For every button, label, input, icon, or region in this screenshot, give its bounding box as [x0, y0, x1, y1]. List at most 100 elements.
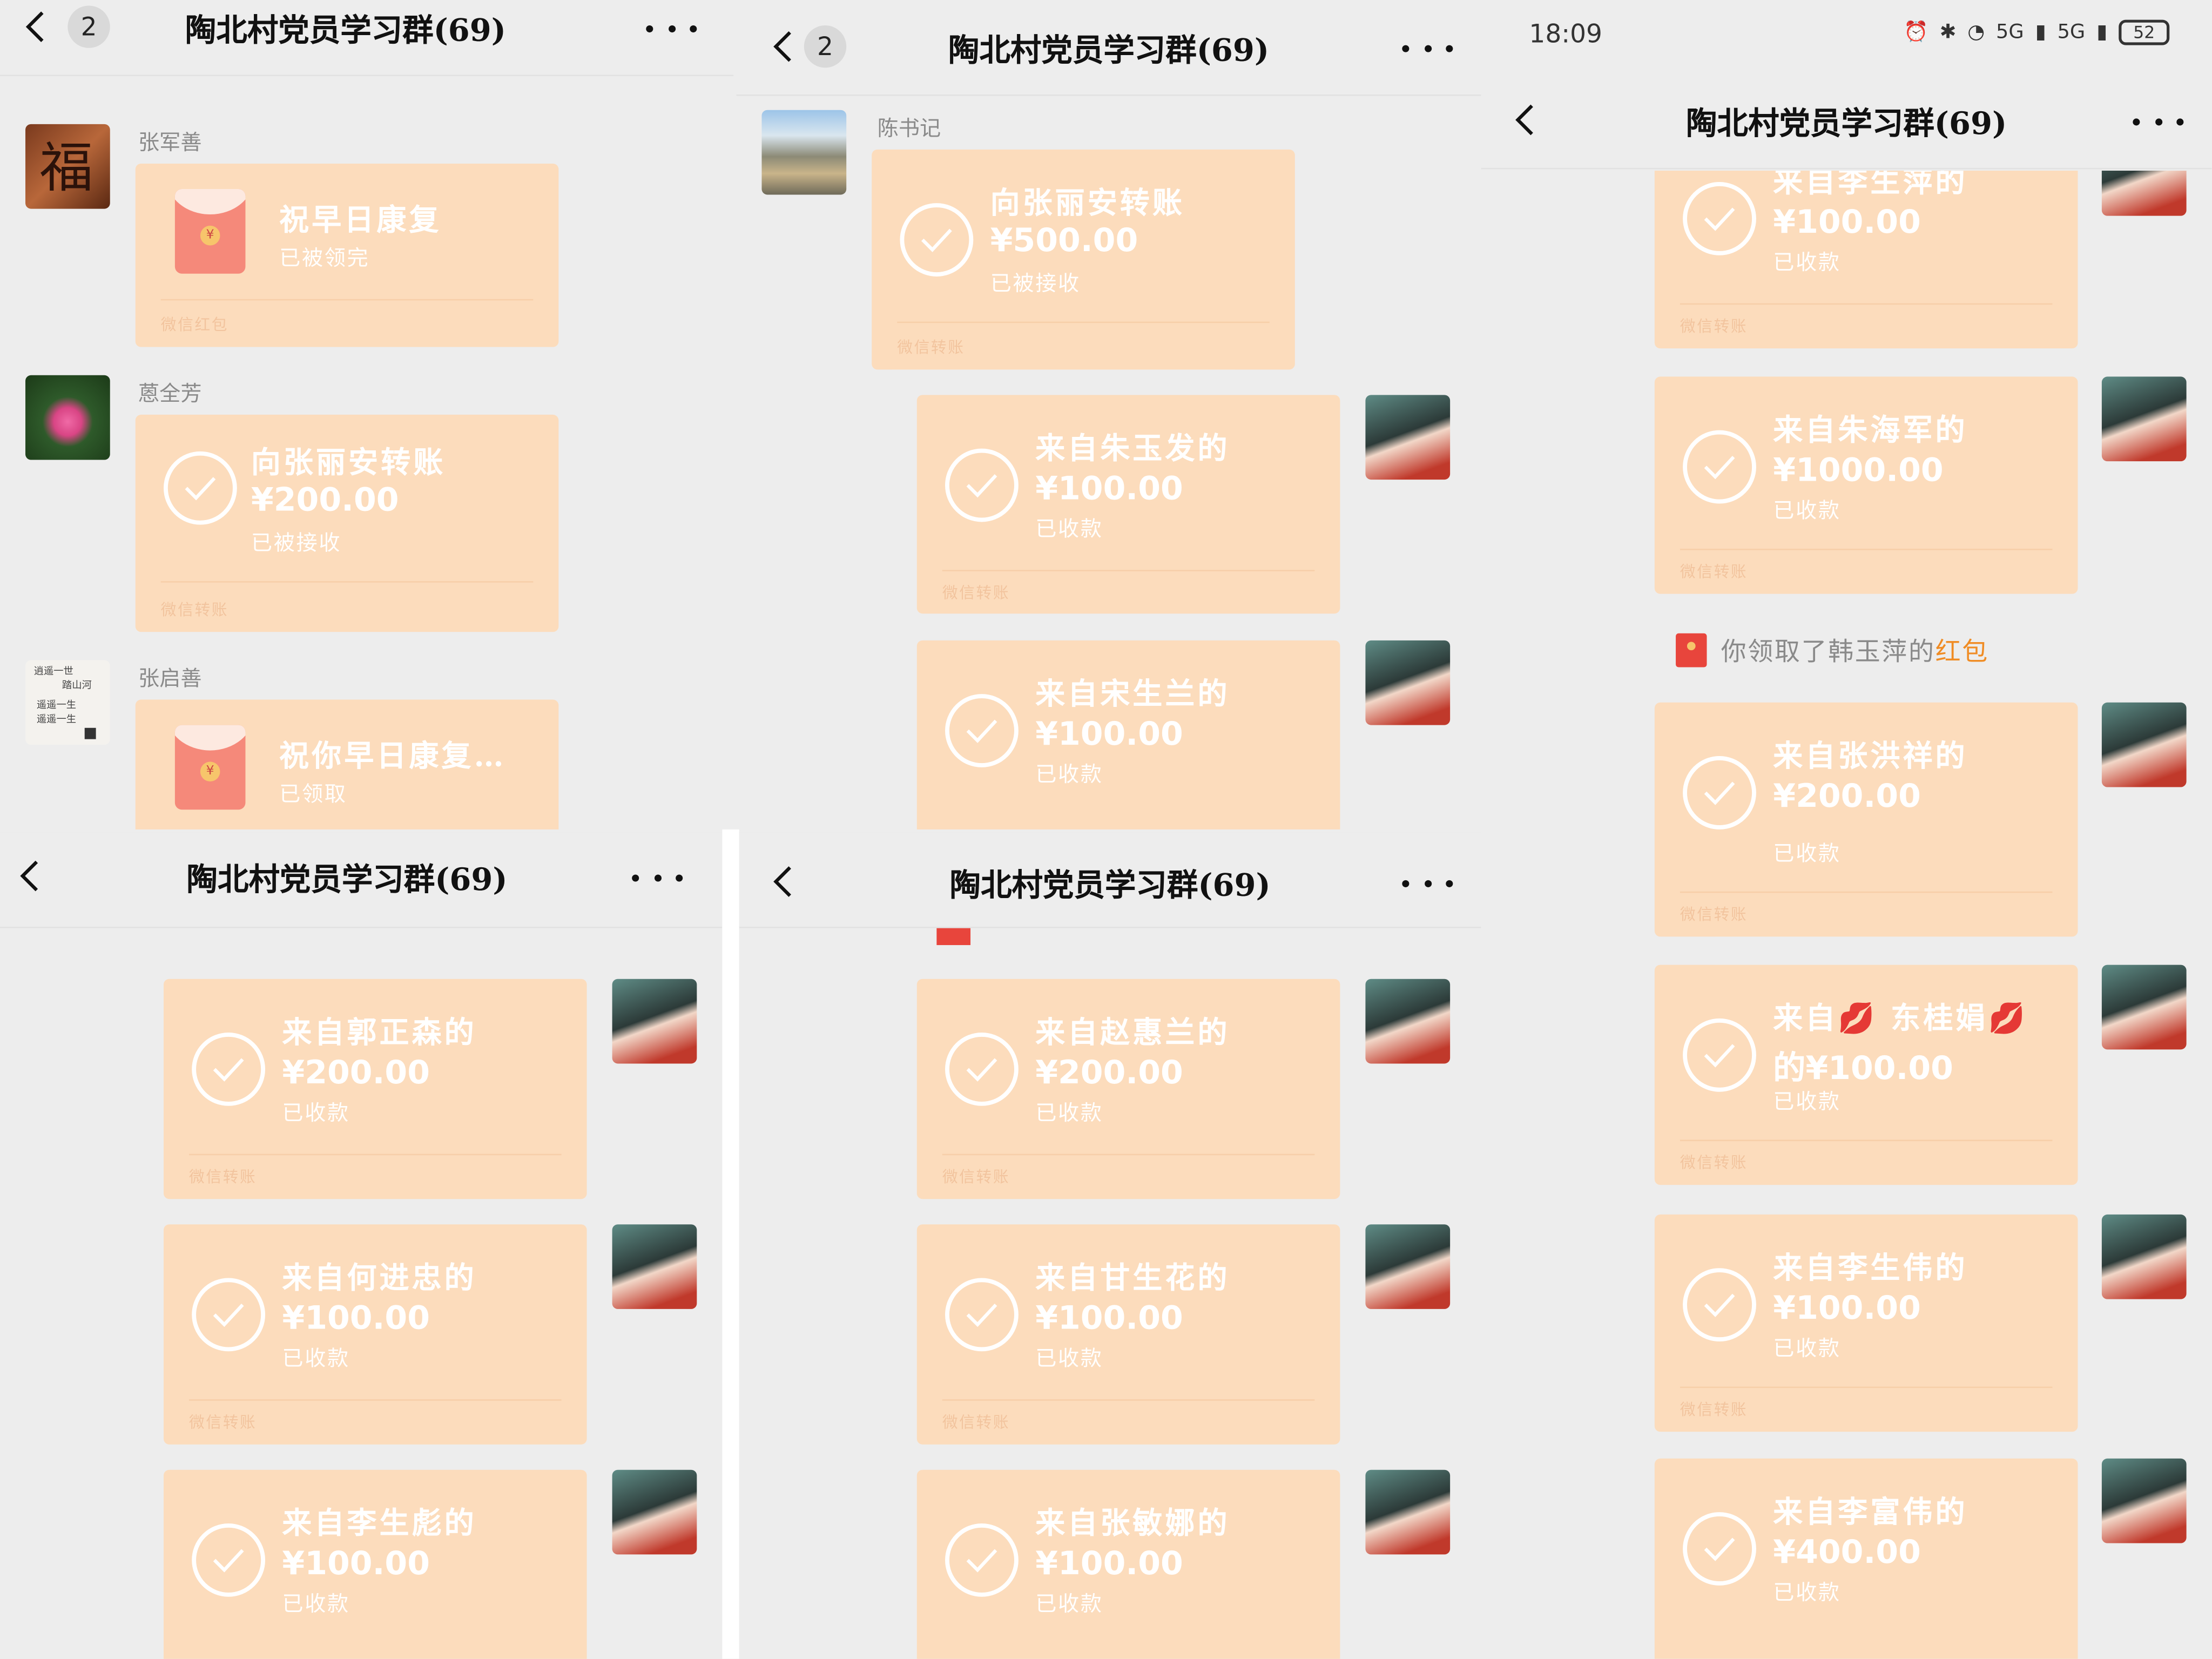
- card-footer: 微信转账: [1680, 1154, 1748, 1172]
- transfer-title: 来自朱玉发的: [1035, 430, 1230, 466]
- avatar-calligraphy[interactable]: 福: [25, 124, 110, 209]
- transfer-card[interactable]: 来自李富伟的 ¥400.00 已收款: [1654, 1458, 2078, 1659]
- sender-name: 张启善: [138, 665, 202, 691]
- more-options-icon[interactable]: [1402, 869, 1453, 897]
- transfer-status: 已收款: [1773, 840, 1841, 866]
- chat-title: 陶北村党员学习群(69): [185, 12, 506, 50]
- clock: 18:09: [1529, 19, 1602, 50]
- battery-icon: 52: [2119, 19, 2170, 45]
- card-divider: [897, 321, 1270, 323]
- transfer-title: 来自郭正森的: [282, 1014, 477, 1050]
- chat-header: 陶北村党员学习群(69): [739, 832, 1481, 928]
- card-footer: 微信转账: [1680, 1400, 1748, 1419]
- card-footer: 微信红包: [160, 316, 229, 335]
- svg-text:福: 福: [39, 137, 93, 199]
- red-packet-text: 祝你早日康复…: [279, 738, 507, 773]
- transfer-amount: ¥200.00: [1773, 778, 1921, 815]
- card-footer: 微信转账: [897, 338, 965, 357]
- transfer-status: 已收款: [1035, 1345, 1103, 1371]
- transfer-title: 向张丽安转账: [251, 444, 446, 480]
- chat-pane-5: 陶北村党员学习群(69) 来自赵惠兰的 ¥200.00 已收款 微信转账 来自甘…: [739, 832, 1481, 1659]
- card-footer: 微信转账: [1680, 905, 1748, 924]
- more-options-icon[interactable]: [2133, 107, 2184, 136]
- more-options-icon[interactable]: [646, 14, 697, 42]
- self-avatar[interactable]: [1365, 640, 1451, 725]
- card-divider: [942, 1154, 1315, 1156]
- transfer-card[interactable]: 来自朱海军的 ¥1000.00 已收款 微信转账: [1654, 376, 2078, 594]
- red-packet-icon: ¥: [174, 725, 246, 810]
- self-avatar[interactable]: [612, 1224, 697, 1309]
- self-avatar[interactable]: [1365, 1224, 1451, 1309]
- transfer-card[interactable]: 来自张洪祥的 ¥200.00 已收款 微信转账: [1654, 702, 2078, 937]
- check-circle-icon: [945, 1032, 1019, 1106]
- chat-pane-3: 18:09 ⏰ ✱ ◔ 5G ▮ 5G ▮ 52 陶北村党员学习群(69) 来自…: [1481, 0, 2212, 1659]
- card-divider: [1680, 891, 2053, 893]
- red-packet-card[interactable]: ¥ 祝早日康复 已被领完 微信红包: [135, 163, 559, 347]
- self-avatar[interactable]: [612, 979, 697, 1064]
- red-packet-notice[interactable]: 你领取了韩玉萍的 红包: [1676, 632, 1989, 669]
- self-avatar[interactable]: [2101, 965, 2187, 1050]
- self-avatar[interactable]: [2101, 171, 2187, 216]
- transfer-card[interactable]: 来自张敏娜的 ¥100.00 已收款: [916, 1469, 1340, 1659]
- transfer-card[interactable]: 来自💋 东桂娟💋 的¥100.00 已收款 微信转账: [1654, 965, 2078, 1185]
- self-avatar[interactable]: [2101, 1458, 2187, 1543]
- chat-title: 陶北村党员学习群(69): [186, 861, 508, 899]
- check-circle-icon: [1683, 1268, 1756, 1342]
- transfer-amount: ¥400.00: [1773, 1534, 1921, 1572]
- more-options-icon[interactable]: [1402, 34, 1453, 62]
- transfer-card[interactable]: 来自李生彪的 ¥100.00 已收款: [163, 1469, 587, 1659]
- card-divider: [189, 1154, 562, 1156]
- self-avatar[interactable]: [612, 1469, 697, 1555]
- check-circle-icon: [192, 1032, 266, 1106]
- avatar-poem[interactable]: 逍遥一世 踏山河 遥遥一生 遥遥一生: [25, 660, 110, 745]
- transfer-card[interactable]: 来自朱玉发的 ¥100.00 已收款 微信转账: [916, 395, 1340, 614]
- svg-text:遥遥一生: 遥遥一生: [37, 699, 76, 711]
- check-circle-icon: [1683, 1018, 1756, 1092]
- self-avatar[interactable]: [1365, 1469, 1451, 1555]
- self-avatar[interactable]: [2101, 702, 2187, 787]
- notice-link[interactable]: 红包: [1936, 632, 1989, 669]
- red-packet-text: 祝早日康复: [279, 201, 442, 237]
- transfer-amount: ¥200.00: [282, 1055, 430, 1092]
- transfer-amount: ¥100.00: [1035, 1546, 1183, 1583]
- self-avatar[interactable]: [2101, 376, 2187, 462]
- chat-header: 陶北村党员学习群(69): [0, 832, 723, 928]
- transfer-amount: ¥100.00: [1035, 1300, 1183, 1338]
- chat-header: 陶北村党员学习群(69): [1481, 73, 2212, 170]
- chat-title: 陶北村党员学习群(69): [949, 867, 1271, 905]
- avatar-lotus[interactable]: [25, 375, 110, 460]
- transfer-card[interactable]: 来自宋生兰的 ¥100.00 已收款: [916, 640, 1340, 830]
- avatar-mountain[interactable]: [761, 110, 847, 195]
- transfer-card[interactable]: 向张丽安转账 ¥500.00 已被接收 微信转账: [872, 149, 1295, 370]
- transfer-card[interactable]: 来自李生萍的 ¥100.00 已收款 微信转账: [1654, 171, 2078, 349]
- transfer-card[interactable]: 来自赵惠兰的 ¥200.00 已收款 微信转账: [916, 979, 1340, 1199]
- transfer-card[interactable]: 来自甘生花的 ¥100.00 已收款 微信转账: [916, 1224, 1340, 1445]
- transfer-card[interactable]: 来自郭正森的 ¥200.00 已收款 微信转账: [163, 979, 587, 1199]
- red-packet-icon: [1676, 633, 1707, 667]
- transfer-card[interactable]: 向张丽安转账 ¥200.00 已被接收 微信转账: [135, 414, 559, 632]
- transfer-amount: ¥100.00: [282, 1546, 430, 1583]
- signal-icon: ▮: [2035, 21, 2046, 44]
- sender-name: 陈书记: [877, 116, 941, 141]
- transfer-amount: ¥1000.00: [1773, 453, 1944, 490]
- bluetooth-icon: ✱: [1939, 21, 1957, 44]
- transfer-title: 来自李生萍的: [1773, 171, 1968, 199]
- notice-text: 你领取了韩玉萍的: [1721, 637, 1936, 667]
- card-divider: [189, 1399, 562, 1401]
- transfer-card[interactable]: 来自李生伟的 ¥100.00 已收款 微信转账: [1654, 1214, 2078, 1432]
- transfer-title: 来自💋 东桂娟💋: [1773, 1000, 2028, 1036]
- transfer-title: 来自朱海军的: [1773, 412, 1968, 448]
- transfer-amount: ¥100.00: [1773, 1290, 1921, 1327]
- self-avatar[interactable]: [1365, 979, 1451, 1064]
- self-avatar[interactable]: [2101, 1214, 2187, 1299]
- check-circle-icon: [945, 448, 1019, 522]
- red-packet-card[interactable]: ¥ 祝你早日康复… 已领取: [135, 699, 559, 830]
- message-list: 来自李生萍的 ¥100.00 已收款 微信转账 来自朱海军的 ¥1000.00 …: [1481, 171, 2212, 1659]
- self-avatar[interactable]: [1365, 395, 1451, 480]
- transfer-amount: ¥200.00: [251, 482, 399, 520]
- transfer-status: 已被接收: [990, 271, 1081, 296]
- card-divider: [942, 570, 1315, 571]
- transfer-card[interactable]: 来自何进忠的 ¥100.00 已收款 微信转账: [163, 1224, 587, 1445]
- more-options-icon[interactable]: [632, 864, 683, 892]
- svg-text:逍遥一世: 逍遥一世: [34, 666, 73, 677]
